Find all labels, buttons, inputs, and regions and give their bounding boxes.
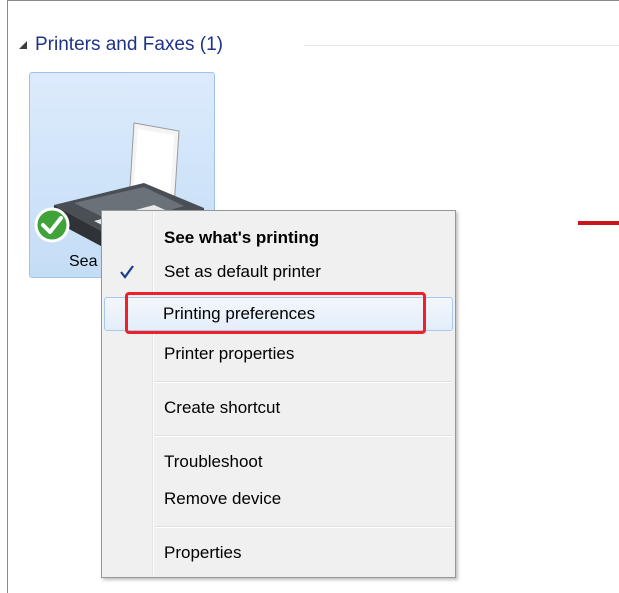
red-annotation-line xyxy=(578,221,619,225)
checkmark-icon xyxy=(120,265,134,279)
highlight-annotation-box xyxy=(125,292,426,334)
menu-item-set-default-printer[interactable]: Set as default printer xyxy=(104,255,453,289)
menu-item-create-shortcut[interactable]: Create shortcut xyxy=(104,391,453,425)
printer-label: Sea xyxy=(69,253,98,270)
default-check-badge-icon xyxy=(34,207,70,243)
context-menu: See what's printing Set as default print… xyxy=(101,210,456,578)
menu-separator xyxy=(154,526,452,528)
menu-item-remove-device[interactable]: Remove device xyxy=(104,482,453,516)
menu-separator xyxy=(154,435,452,437)
menu-item-properties[interactable]: Properties xyxy=(104,536,453,570)
menu-separator xyxy=(154,381,452,383)
group-divider xyxy=(304,45,619,46)
collapse-triangle-icon[interactable] xyxy=(17,38,31,52)
menu-item-see-whats-printing[interactable]: See what's printing xyxy=(104,221,453,255)
group-header[interactable]: Printers and Faxes (1) xyxy=(17,34,223,56)
group-title: Printers and Faxes (1) xyxy=(35,34,223,55)
menu-item-printer-properties[interactable]: Printer properties xyxy=(104,337,453,371)
menu-item-troubleshoot[interactable]: Troubleshoot xyxy=(104,445,453,479)
